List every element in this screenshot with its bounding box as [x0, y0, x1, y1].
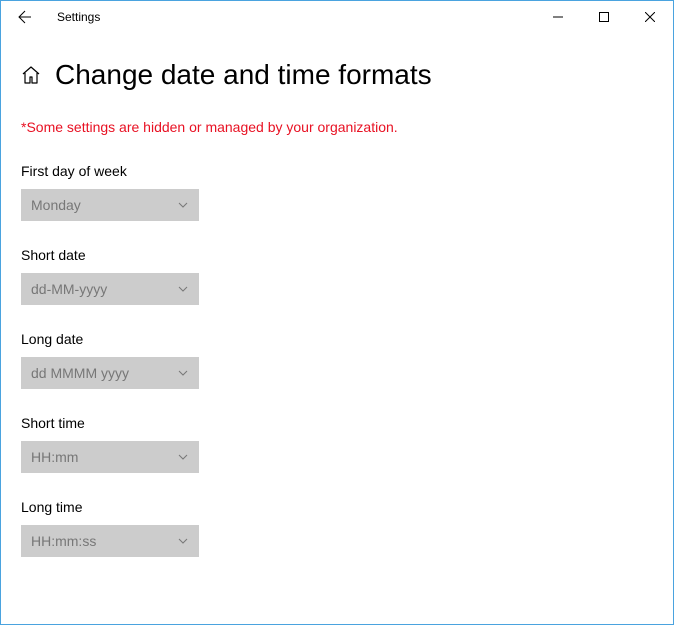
long-time-field: Long time HH:mm:ss [21, 499, 653, 557]
first-day-field: First day of week Monday [21, 163, 653, 221]
content-area: Change date and time formats *Some setti… [1, 33, 673, 603]
first-day-value: Monday [31, 197, 81, 213]
page-title: Change date and time formats [55, 59, 432, 91]
chevron-down-icon [177, 199, 189, 211]
minimize-icon [553, 12, 563, 22]
short-time-field: Short time HH:mm [21, 415, 653, 473]
first-day-dropdown[interactable]: Monday [21, 189, 199, 221]
arrow-left-icon [17, 9, 33, 25]
page-header: Change date and time formats [21, 59, 653, 91]
long-time-value: HH:mm:ss [31, 533, 96, 549]
long-time-dropdown[interactable]: HH:mm:ss [21, 525, 199, 557]
minimize-button[interactable] [535, 1, 581, 33]
titlebar: Settings [1, 1, 673, 33]
maximize-button[interactable] [581, 1, 627, 33]
chevron-down-icon [177, 535, 189, 547]
long-date-label: Long date [21, 331, 653, 347]
close-icon [645, 12, 655, 22]
window-controls [535, 1, 673, 33]
short-time-dropdown[interactable]: HH:mm [21, 441, 199, 473]
short-date-value: dd-MM-yyyy [31, 281, 107, 297]
back-button[interactable] [9, 1, 41, 33]
home-icon [21, 65, 41, 85]
long-date-value: dd MMMM yyyy [31, 365, 129, 381]
long-time-label: Long time [21, 499, 653, 515]
org-warning: *Some settings are hidden or managed by … [21, 119, 653, 135]
chevron-down-icon [177, 367, 189, 379]
window-title: Settings [57, 10, 100, 24]
short-time-label: Short time [21, 415, 653, 431]
maximize-icon [599, 12, 609, 22]
short-time-value: HH:mm [31, 449, 78, 465]
chevron-down-icon [177, 283, 189, 295]
short-date-label: Short date [21, 247, 653, 263]
long-date-field: Long date dd MMMM yyyy [21, 331, 653, 389]
short-date-dropdown[interactable]: dd-MM-yyyy [21, 273, 199, 305]
home-button[interactable] [21, 65, 41, 85]
close-button[interactable] [627, 1, 673, 33]
long-date-dropdown[interactable]: dd MMMM yyyy [21, 357, 199, 389]
chevron-down-icon [177, 451, 189, 463]
short-date-field: Short date dd-MM-yyyy [21, 247, 653, 305]
first-day-label: First day of week [21, 163, 653, 179]
